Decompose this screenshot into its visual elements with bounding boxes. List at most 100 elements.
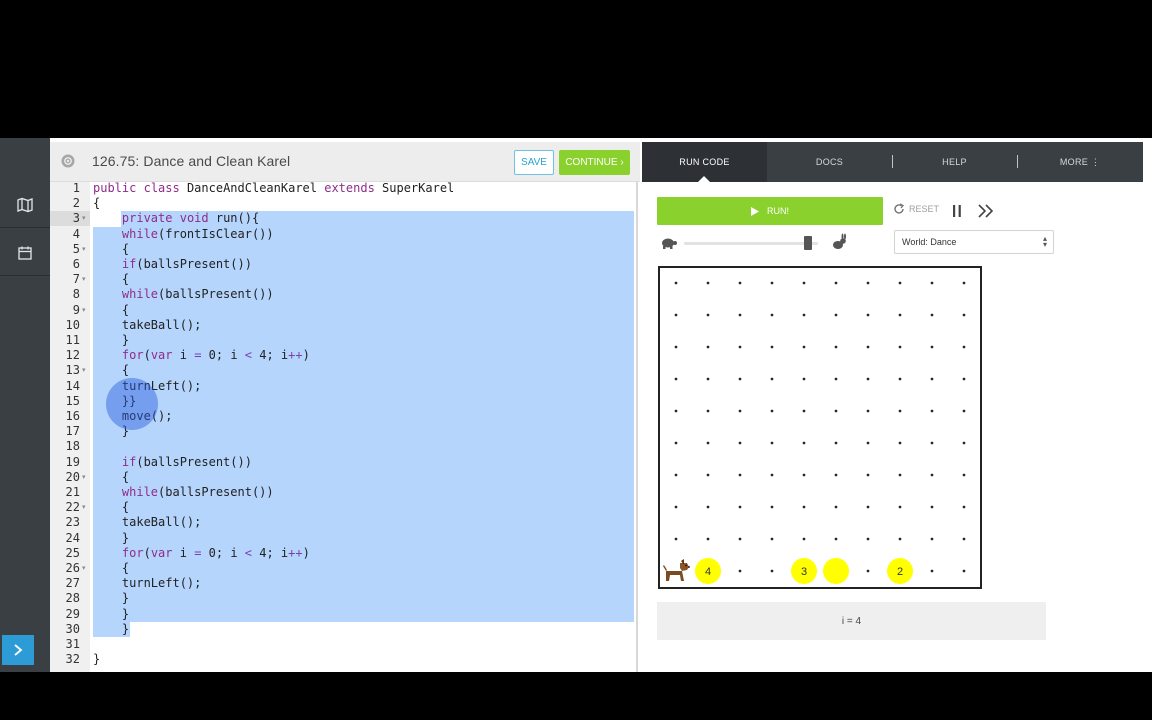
code-editor[interactable]: 1 2 3 ▾ 4 5 ▾ 6 7 ▾ 8 9 ▾ 10 11 12 13 ▾ 14 15 16 17 18 19 20 ▾ 21 2…: [50, 182, 638, 672]
code-line[interactable]: }: [93, 622, 129, 637]
fold-arrow-icon[interactable]: ▾: [82, 500, 86, 515]
grid-dot: [706, 345, 710, 349]
fold-arrow-icon[interactable]: ▾: [82, 561, 86, 576]
grid-dot: [802, 377, 806, 381]
line-number: 6: [72, 257, 80, 271]
code-line[interactable]: while(frontIsClear()): [93, 227, 274, 242]
code-line[interactable]: for(var i = 0; i < 4; i++): [93, 546, 310, 561]
code-line[interactable]: }: [93, 591, 129, 606]
world-select[interactable]: World: Dance ▴ ▾: [894, 230, 1054, 254]
grid-dot: [706, 473, 710, 477]
fold-arrow-icon[interactable]: ▾: [82, 211, 86, 226]
tab-docs[interactable]: DOCS: [767, 142, 892, 182]
selection-highlight: [93, 469, 634, 486]
app-window: 126.75: Dance and Clean Karel SAVE CONTI…: [0, 138, 1152, 672]
grid-dot: [898, 313, 902, 317]
left-rail: [0, 138, 50, 672]
code-line[interactable]: }: [93, 607, 129, 622]
line-number: 23: [65, 515, 80, 530]
grid-dot: [706, 537, 710, 541]
line-number: 20: [65, 469, 80, 484]
fold-arrow-icon[interactable]: ▾: [82, 303, 86, 318]
grid-dot: [962, 441, 966, 445]
fold-arrow-icon[interactable]: ▾: [82, 272, 86, 287]
reset-button[interactable]: RESET: [893, 203, 939, 215]
grid-dot: [770, 537, 774, 541]
selection-highlight: [93, 333, 634, 349]
turtle-icon: [662, 238, 677, 249]
code-line[interactable]: {: [93, 272, 129, 287]
grid-dot: [770, 377, 774, 381]
code-line[interactable]: {: [93, 363, 129, 378]
line-number: 12: [65, 348, 80, 363]
calendar-icon[interactable]: [0, 230, 50, 276]
grid-dot: [770, 313, 774, 317]
line-number: 26: [65, 561, 80, 575]
code-line[interactable]: }: [93, 652, 100, 667]
code-line[interactable]: private void run(){: [93, 211, 259, 226]
code-line[interactable]: {: [93, 561, 129, 576]
tab-help[interactable]: HELP: [892, 142, 1017, 182]
line-number: 5: [72, 241, 80, 256]
line-number: 11: [65, 333, 80, 347]
mouse-cursor-highlight: [106, 378, 158, 430]
tab-run-code[interactable]: RUN CODE: [642, 142, 767, 182]
grid-dot: [962, 537, 966, 541]
code-line[interactable]: public class DanceAndCleanKarel extends …: [93, 182, 454, 196]
grid-dot: [802, 441, 806, 445]
line-number: 25: [65, 545, 80, 560]
code-line[interactable]: {: [93, 470, 129, 485]
tab-more[interactable]: MORE ⋮: [1017, 142, 1143, 182]
code-line[interactable]: {: [93, 303, 129, 318]
code-line[interactable]: turnLeft();: [93, 576, 201, 591]
code-line[interactable]: for(var i = 0; i < 4; i++): [93, 348, 310, 363]
code-line[interactable]: while(ballsPresent()): [93, 287, 274, 302]
exercise-title: 126.75: Dance and Clean Karel: [92, 153, 291, 169]
select-caret-icon: ▴ ▾: [1042, 234, 1047, 249]
code-line[interactable]: {: [93, 196, 100, 211]
selection-highlight: [93, 393, 634, 410]
expand-sidebar-button[interactable]: [2, 635, 34, 665]
line-number: 7: [72, 272, 80, 287]
grid-dot: [866, 505, 870, 509]
code-line[interactable]: takeBall();: [93, 515, 201, 530]
code-line[interactable]: while(ballsPresent()): [93, 485, 274, 500]
grid-dot: [930, 505, 934, 509]
code-line[interactable]: }: [93, 333, 129, 348]
code-line[interactable]: takeBall();: [93, 318, 201, 333]
code-line[interactable]: }: [93, 531, 129, 546]
grid-dot: [930, 569, 934, 573]
map-icon[interactable]: [0, 182, 50, 228]
code-line[interactable]: {: [93, 242, 129, 257]
grid-dot: [738, 409, 742, 413]
play-icon: [751, 206, 759, 216]
run-button[interactable]: RUN!: [657, 197, 883, 225]
tab-bar: RUN CODE DOCS HELP MORE ⋮: [642, 142, 1143, 182]
continue-button[interactable]: CONTINUE ›: [559, 150, 630, 175]
grid-dot: [962, 473, 966, 477]
code-line[interactable]: if(ballsPresent()): [93, 257, 252, 272]
save-button[interactable]: SAVE: [514, 150, 554, 175]
pause-icon[interactable]: [951, 204, 963, 218]
fast-forward-icon[interactable]: [978, 204, 994, 218]
grid-dot: [834, 505, 838, 509]
line-number: 1: [72, 182, 80, 195]
speed-slider-track[interactable]: [684, 242, 818, 245]
fold-arrow-icon[interactable]: ▾: [82, 363, 86, 378]
grid-dot: [962, 505, 966, 509]
grid-dot: [770, 505, 774, 509]
fold-arrow-icon[interactable]: ▾: [82, 242, 86, 257]
selection-highlight: [93, 500, 634, 516]
speed-slider-handle[interactable]: [804, 236, 812, 250]
code-line[interactable]: if(ballsPresent()): [93, 455, 252, 470]
gear-icon[interactable]: [60, 153, 76, 169]
code-line[interactable]: {: [93, 500, 129, 515]
line-number-gutter: 1 2 3 ▾ 4 5 ▾ 6 7 ▾ 8 9 ▾ 10 11 12 13 ▾ 14 15 16 17 18 19 20 ▾ 21 2…: [50, 182, 90, 672]
grid-dot: [834, 281, 838, 285]
rabbit-icon: [833, 233, 846, 249]
grid-dot: [930, 313, 934, 317]
fold-arrow-icon[interactable]: ▾: [82, 470, 86, 485]
line-number: 15: [65, 393, 80, 408]
chevron-right-icon: [14, 644, 23, 656]
grid-dot: [802, 281, 806, 285]
